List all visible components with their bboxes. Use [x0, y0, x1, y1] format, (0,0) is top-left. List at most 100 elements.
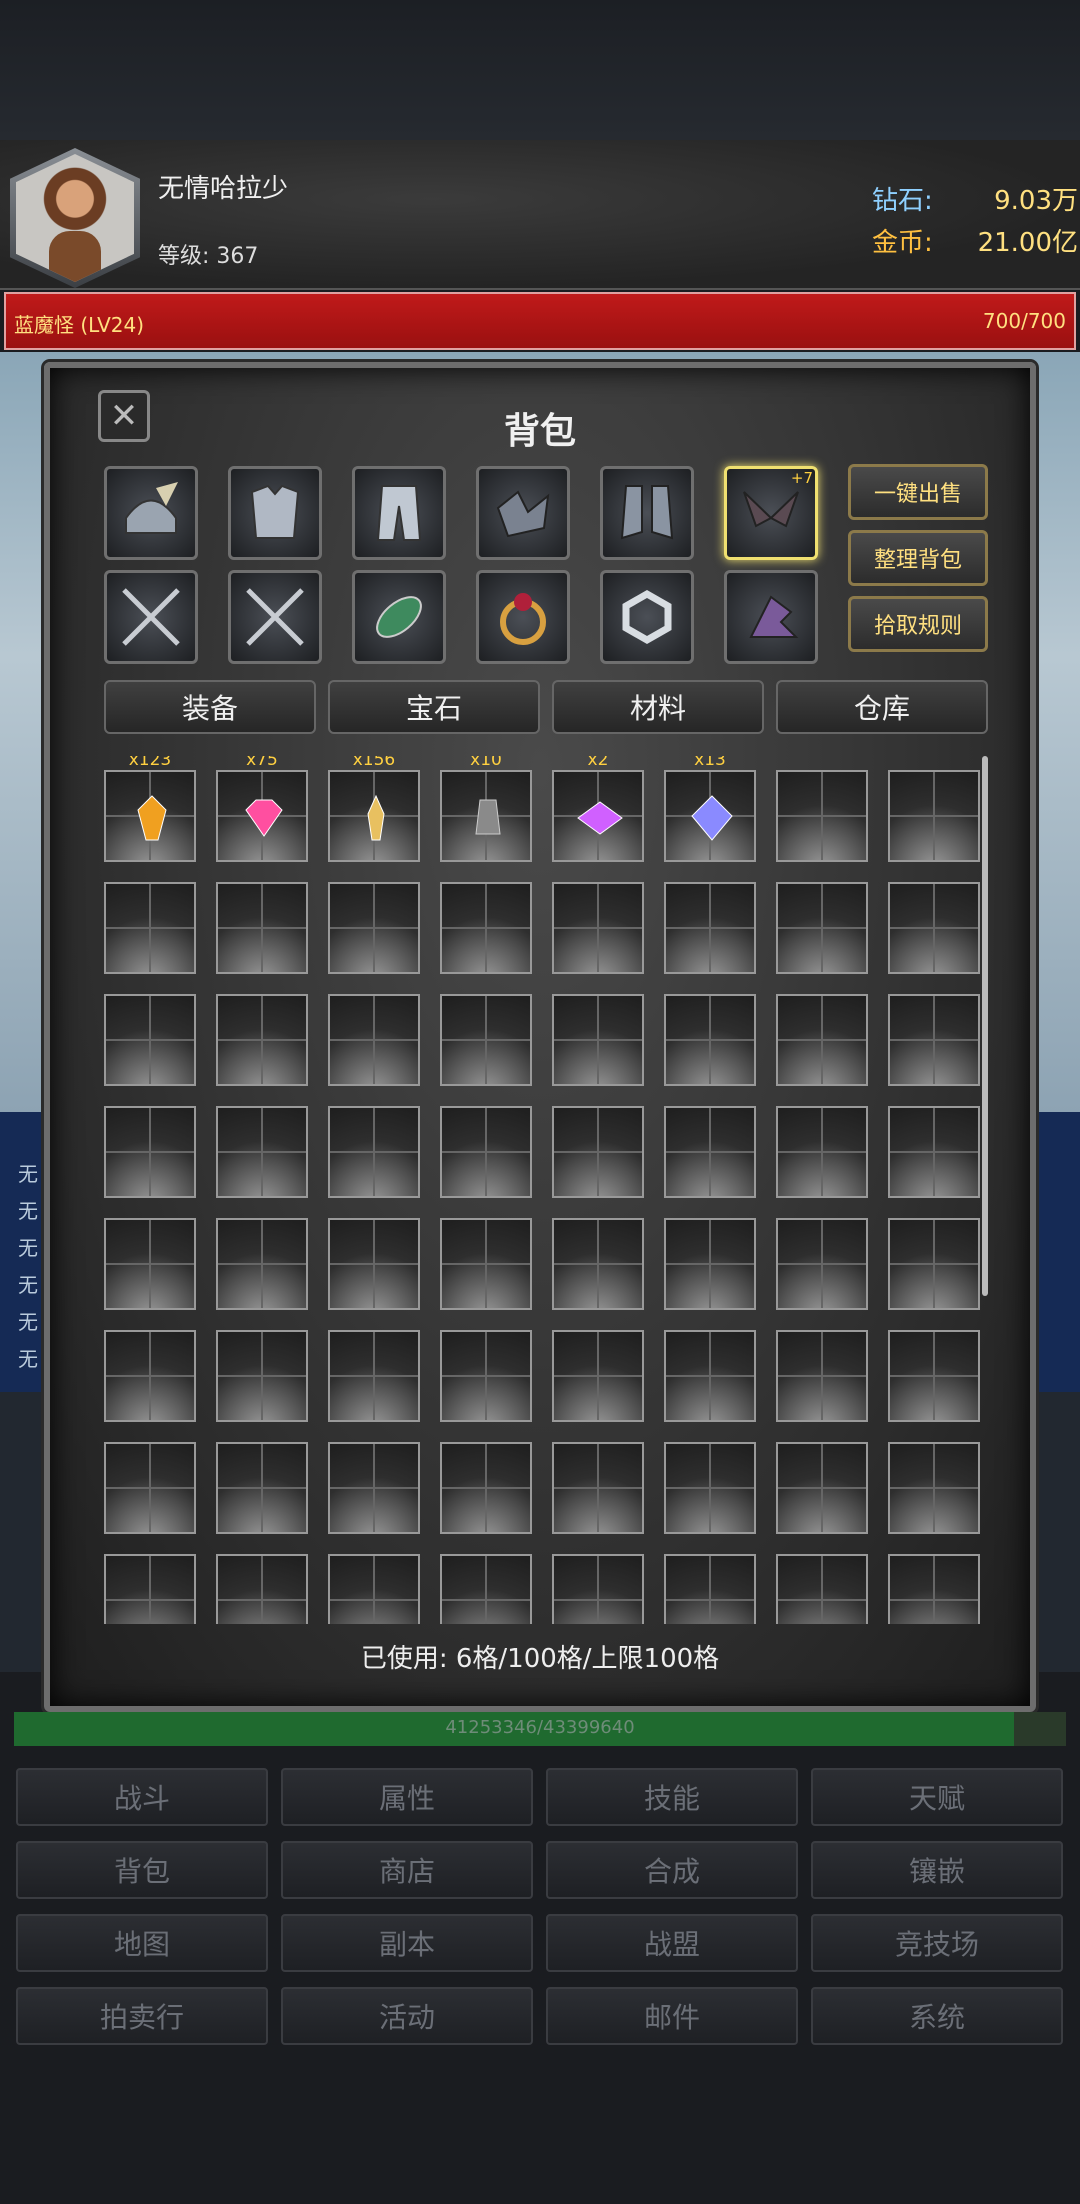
inventory-slot[interactable]: [216, 1554, 308, 1624]
equipment-slot[interactable]: [104, 466, 198, 560]
inventory-slot[interactable]: [440, 1218, 532, 1310]
inventory-slot[interactable]: [664, 1106, 756, 1198]
menu-events-button[interactable]: 活动: [281, 1987, 533, 2045]
inventory-slot[interactable]: [776, 1218, 868, 1310]
inventory-slot[interactable]: [216, 1218, 308, 1310]
menu-dungeon-button[interactable]: 副本: [281, 1914, 533, 1972]
menu-auction-button[interactable]: 拍卖行: [16, 1987, 268, 2045]
equipment-slot[interactable]: [228, 466, 322, 560]
equipment-slot[interactable]: [352, 570, 446, 664]
inventory-slot[interactable]: x10: [440, 756, 532, 862]
equipment-slot[interactable]: [476, 466, 570, 560]
inventory-slot[interactable]: [664, 1218, 756, 1310]
equipment-slot[interactable]: [600, 466, 694, 560]
inventory-slot[interactable]: [328, 1442, 420, 1534]
equipment-slot[interactable]: +7: [724, 466, 818, 560]
inventory-slot[interactable]: [664, 1554, 756, 1624]
inventory-slot[interactable]: [552, 1554, 644, 1624]
tab-gems[interactable]: 宝石: [328, 680, 540, 734]
inventory-slot[interactable]: [104, 1554, 196, 1624]
inventory-slot[interactable]: [328, 882, 420, 974]
sort-bag-button[interactable]: 整理背包: [848, 530, 988, 586]
menu-craft-button[interactable]: 合成: [546, 1841, 798, 1899]
inventory-slot[interactable]: [216, 1106, 308, 1198]
inventory-slot[interactable]: [776, 882, 868, 974]
inventory-slot[interactable]: [552, 1106, 644, 1198]
inventory-slot[interactable]: [552, 882, 644, 974]
equipment-slot[interactable]: [352, 466, 446, 560]
inventory-slot[interactable]: [664, 994, 756, 1086]
inventory-slot[interactable]: [104, 1330, 196, 1422]
inventory-slot[interactable]: [440, 1554, 532, 1624]
inventory-slot[interactable]: [328, 994, 420, 1086]
inventory-slot[interactable]: [776, 1330, 868, 1422]
inventory-slot[interactable]: [552, 1442, 644, 1534]
inventory-slot[interactable]: [216, 994, 308, 1086]
inventory-slot[interactable]: [664, 882, 756, 974]
inventory-slot[interactable]: [664, 1330, 756, 1422]
inventory-slot[interactable]: [888, 1330, 980, 1422]
equipment-slot[interactable]: [476, 570, 570, 664]
inventory-slot[interactable]: [888, 1218, 980, 1310]
menu-guild-button[interactable]: 战盟: [546, 1914, 798, 1972]
inventory-slot[interactable]: [888, 994, 980, 1086]
inventory-slot[interactable]: [552, 1218, 644, 1310]
inventory-slot[interactable]: x123: [104, 756, 196, 862]
equipment-slot[interactable]: [600, 570, 694, 664]
inventory-slot[interactable]: [664, 1442, 756, 1534]
inventory-slot[interactable]: [440, 1442, 532, 1534]
inventory-slot[interactable]: [328, 1218, 420, 1310]
inventory-scrollbar[interactable]: [982, 756, 988, 1296]
tab-warehouse[interactable]: 仓库: [776, 680, 988, 734]
inventory-slot[interactable]: [104, 1106, 196, 1198]
inventory-slot[interactable]: [888, 1442, 980, 1534]
menu-map-button[interactable]: 地图: [16, 1914, 268, 1972]
menu-shop-button[interactable]: 商店: [281, 1841, 533, 1899]
inventory-slot[interactable]: [888, 882, 980, 974]
pickup-rules-button[interactable]: 拾取规则: [848, 596, 988, 652]
tab-equipment[interactable]: 装备: [104, 680, 316, 734]
inventory-slot[interactable]: [440, 994, 532, 1086]
inventory-slot[interactable]: [888, 770, 980, 862]
inventory-slot[interactable]: [104, 1218, 196, 1310]
inventory-slot[interactable]: [776, 1554, 868, 1624]
equipment-slot[interactable]: [228, 570, 322, 664]
inventory-slot[interactable]: [104, 994, 196, 1086]
inventory-slot[interactable]: [216, 1442, 308, 1534]
inventory-slot[interactable]: x75: [216, 756, 308, 862]
inventory-slot[interactable]: [776, 1442, 868, 1534]
inventory-slot[interactable]: [888, 1106, 980, 1198]
menu-arena-button[interactable]: 竞技场: [811, 1914, 1063, 1972]
menu-battle-button[interactable]: 战斗: [16, 1768, 268, 1826]
inventory-slot[interactable]: [888, 1554, 980, 1624]
menu-talents-button[interactable]: 天赋: [811, 1768, 1063, 1826]
inventory-slot[interactable]: [216, 1330, 308, 1422]
inventory-slot[interactable]: [328, 1554, 420, 1624]
inventory-slot[interactable]: [776, 1106, 868, 1198]
inventory-slot[interactable]: [216, 882, 308, 974]
inventory-slot[interactable]: [776, 770, 868, 862]
menu-skills-button[interactable]: 技能: [546, 1768, 798, 1826]
inventory-slot[interactable]: [104, 882, 196, 974]
equipment-slot[interactable]: [104, 570, 198, 664]
inventory-slot[interactable]: [104, 1442, 196, 1534]
menu-attributes-button[interactable]: 属性: [281, 1768, 533, 1826]
inventory-slot[interactable]: x13: [664, 756, 756, 862]
inventory-slot[interactable]: [552, 1330, 644, 1422]
menu-bag-button[interactable]: 背包: [16, 1841, 268, 1899]
inventory-slot[interactable]: [328, 1330, 420, 1422]
inventory-slot[interactable]: x156: [328, 756, 420, 862]
inventory-slot[interactable]: [440, 882, 532, 974]
inventory-slot[interactable]: [440, 1106, 532, 1198]
tab-materials[interactable]: 材料: [552, 680, 764, 734]
inventory-slot[interactable]: x2: [552, 756, 644, 862]
inventory-slot[interactable]: [328, 1106, 420, 1198]
menu-inlay-button[interactable]: 镶嵌: [811, 1841, 1063, 1899]
inventory-slot[interactable]: [552, 994, 644, 1086]
menu-system-button[interactable]: 系统: [811, 1987, 1063, 2045]
menu-mail-button[interactable]: 邮件: [546, 1987, 798, 2045]
equipment-slot[interactable]: [724, 570, 818, 664]
inventory-slot[interactable]: [440, 1330, 532, 1422]
inventory-slot[interactable]: [776, 994, 868, 1086]
sell-all-button[interactable]: 一键出售: [848, 464, 988, 520]
